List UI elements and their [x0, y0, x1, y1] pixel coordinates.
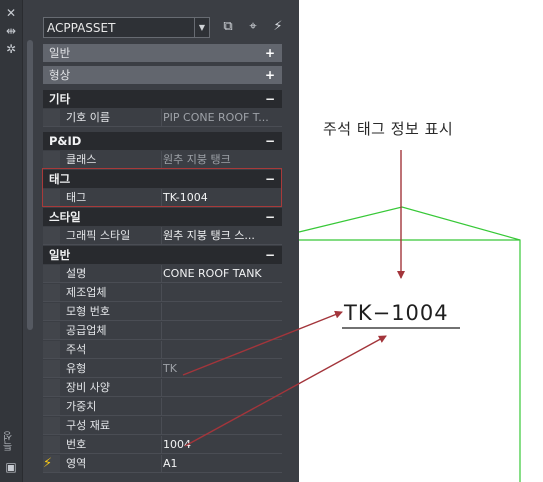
drawing-tag-label[interactable]: TK−1004 — [344, 301, 449, 325]
tank-outline — [298, 206, 521, 482]
number-leader-arrow — [184, 335, 387, 447]
annotation-caption: 주석 태그 정보 표시 — [323, 120, 454, 138]
type-leader-arrow — [182, 310, 343, 376]
drawing-canvas — [182, 150, 521, 482]
